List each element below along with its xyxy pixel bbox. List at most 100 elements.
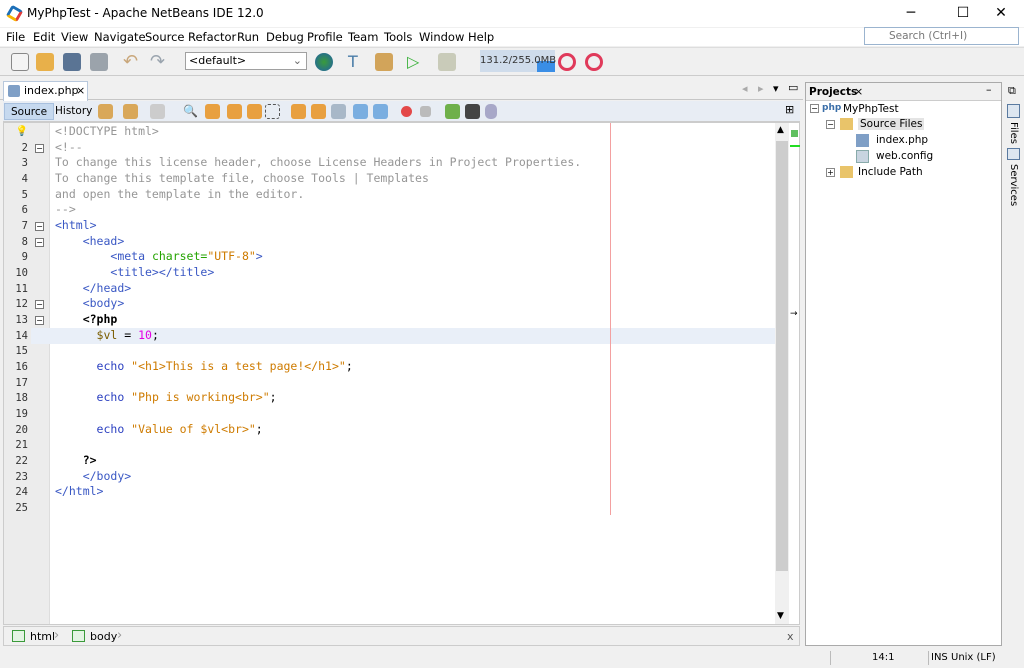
insert-mode[interactable]: INS	[931, 652, 948, 663]
scroll-up-icon[interactable]: ▲	[777, 125, 784, 135]
clean-build-icon[interactable]	[375, 53, 393, 71]
find-icon[interactable]: 🔍	[183, 104, 198, 119]
toggle-bookmark-icon[interactable]	[331, 104, 346, 119]
last-edit-icon[interactable]	[98, 104, 113, 119]
profiler-gc-icon[interactable]	[558, 53, 576, 71]
code-line: <!DOCTYPE html>	[55, 124, 159, 140]
toggle-highlight-icon[interactable]	[247, 104, 262, 119]
open-project-icon[interactable]	[63, 53, 81, 71]
new-project-icon[interactable]	[36, 53, 54, 71]
find-previous-icon[interactable]	[205, 104, 220, 119]
line-number: 24	[15, 486, 28, 499]
shift-right-icon[interactable]	[373, 104, 388, 119]
scrollbar-thumb[interactable]	[776, 141, 788, 571]
next-bookmark-icon[interactable]	[311, 104, 326, 119]
menu-refactor[interactable]: Refactor	[188, 30, 236, 44]
projects-close-icon[interactable]: ×	[854, 85, 863, 98]
minimize-button[interactable]: ─	[888, 0, 934, 27]
tree-item-web-config[interactable]: web.config	[876, 150, 933, 162]
split-editor-icon[interactable]: ⊞	[785, 103, 794, 116]
previous-bookmark-icon[interactable]	[291, 104, 306, 119]
line-number: 10	[15, 267, 28, 280]
tab-scroll-left-icon[interactable]: ◂	[742, 82, 748, 95]
start-comment-icon[interactable]	[445, 104, 460, 119]
menu-tools[interactable]: Tools	[384, 30, 412, 44]
line-endings[interactable]: Unix (LF)	[951, 652, 996, 663]
code-line: <title></title>	[55, 265, 214, 281]
back-icon[interactable]	[123, 104, 138, 119]
tree-item-include-path[interactable]: Include Path	[858, 166, 923, 178]
error-stripe-mark[interactable]	[790, 145, 800, 147]
menu-file[interactable]: File	[6, 30, 25, 44]
projects-title[interactable]: Projects	[809, 86, 857, 98]
menu-view[interactable]: View	[61, 30, 88, 44]
collapse-icon[interactable]: −	[826, 120, 835, 129]
collapse-icon[interactable]: −	[810, 104, 819, 113]
menu-navigate[interactable]: Navigate	[94, 30, 146, 44]
maximize-editor-icon[interactable]: ▭	[788, 81, 798, 94]
tab-index-php[interactable]: index.php ×	[3, 81, 88, 101]
source-view-button[interactable]: Source	[4, 103, 55, 120]
redo-icon[interactable]: ↷	[150, 53, 168, 71]
caret-position: 14:1	[872, 652, 895, 663]
fold-toggle-icon[interactable]: −	[35, 300, 44, 310]
menu-team[interactable]: Team	[348, 30, 378, 44]
collapse-arrow-icon[interactable]: →	[790, 309, 798, 319]
find-next-icon[interactable]	[227, 104, 242, 119]
shift-left-icon[interactable]	[353, 104, 368, 119]
fold-toggle-icon[interactable]: −	[35, 316, 44, 326]
menu-window[interactable]: Window	[419, 30, 464, 44]
build-hammer-icon[interactable]: T	[348, 53, 366, 71]
memory-usage-indicator[interactable]: 131.2/255.0MB	[480, 50, 556, 72]
tab-scroll-right-icon[interactable]: ▸	[758, 82, 764, 95]
breadcrumb-html[interactable]: html	[30, 630, 55, 643]
fold-toggle-icon[interactable]: −	[35, 237, 44, 247]
code-token: >	[255, 249, 263, 264]
forward-icon[interactable]	[150, 104, 165, 119]
search-input[interactable]: Search (Ctrl+I)	[864, 27, 1019, 45]
tab-close-icon[interactable]: ×	[76, 82, 85, 100]
breadcrumb-close-button[interactable]: x	[787, 630, 794, 643]
tree-item-source-files[interactable]: Source Files	[858, 118, 925, 130]
menu-profile[interactable]: Profile	[307, 30, 343, 44]
menu-source[interactable]: Source	[145, 30, 185, 44]
configuration-select[interactable]: <default> ⌄	[185, 52, 307, 70]
restore-window-icon[interactable]: ⧉	[1008, 84, 1016, 98]
close-button[interactable]: ✕	[978, 0, 1024, 27]
fold-toggle-icon[interactable]: −	[35, 222, 44, 232]
line-number: 3	[21, 157, 28, 170]
code-token: echo	[96, 421, 132, 436]
save-all-icon[interactable]	[90, 53, 108, 71]
database-icon[interactable]	[485, 104, 497, 119]
uncomment-icon[interactable]	[465, 104, 480, 119]
stop-macro-icon[interactable]	[420, 106, 431, 117]
tab-list-icon[interactable]: ▾	[773, 82, 779, 95]
profiler-snapshot-icon[interactable]	[585, 53, 603, 71]
debug-icon[interactable]	[438, 53, 456, 71]
breadcrumb-body[interactable]: body	[90, 630, 117, 643]
code-line: To change this template file, choose Too…	[55, 171, 429, 187]
run-icon[interactable]: ▷	[407, 53, 425, 71]
line-number: 13	[15, 314, 28, 327]
code-editor[interactable]: 💡 2−3 4 5 6 7−8−9 10 11 12−13−14 15 16 17 18 19 20 21 22…	[3, 122, 800, 625]
minimize-panel-icon[interactable]: –	[986, 83, 992, 96]
fold-toggle-icon[interactable]: −	[35, 143, 44, 153]
menu-run[interactable]: Run	[237, 30, 259, 44]
tree-item-myphptest[interactable]: MyPhpTest	[843, 103, 899, 115]
menu-edit[interactable]: Edit	[33, 30, 55, 44]
undo-icon[interactable]: ↶	[123, 53, 141, 71]
record-macro-icon[interactable]	[401, 106, 412, 117]
menu-debug[interactable]: Debug	[266, 30, 304, 44]
tree-item-index-php[interactable]: index.php	[876, 134, 928, 146]
history-view-button[interactable]: History	[49, 103, 98, 120]
rectangular-selection-icon[interactable]	[265, 104, 280, 119]
hint-bulb-icon: 💡	[15, 126, 28, 137]
new-file-icon[interactable]	[11, 53, 29, 71]
browser-globe-icon[interactable]	[315, 53, 333, 71]
code-line: <meta charset="UTF-8">	[55, 249, 263, 265]
services-tab[interactable]: Services	[1008, 164, 1019, 206]
menu-help[interactable]: Help	[468, 30, 494, 44]
scroll-down-icon[interactable]: ▼	[777, 611, 784, 621]
expand-icon[interactable]: +	[826, 168, 835, 177]
files-tab[interactable]: Files	[1008, 122, 1019, 144]
